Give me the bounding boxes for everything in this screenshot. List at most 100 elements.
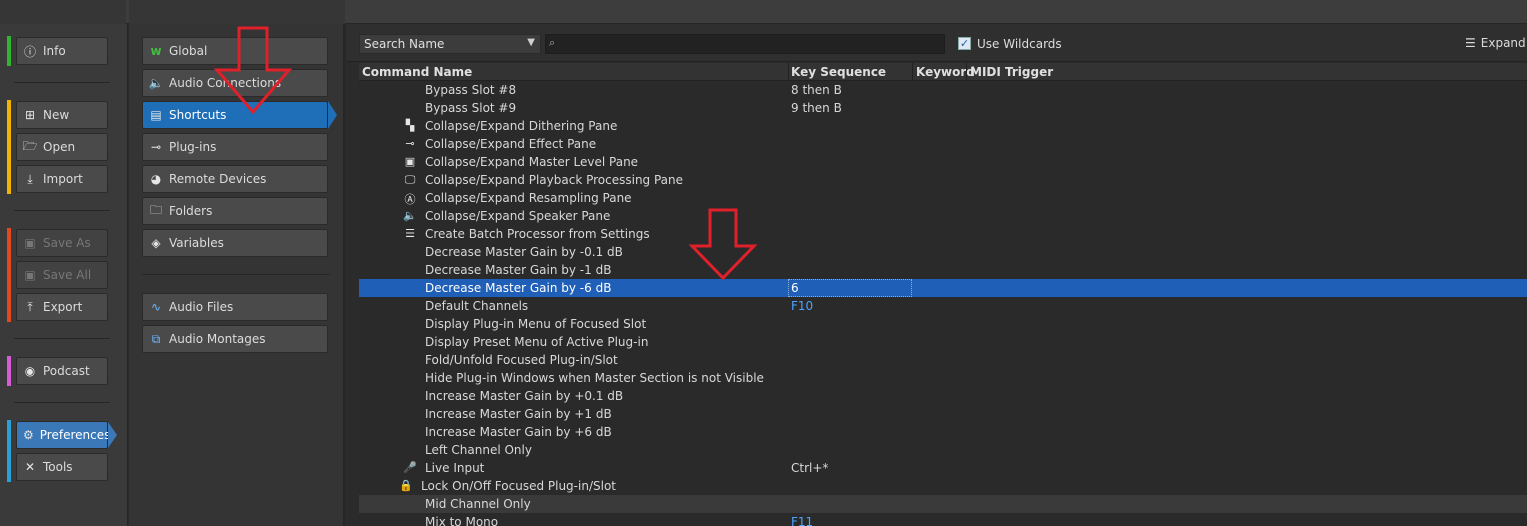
preferences-button[interactable]: ⚙ Preferences — [16, 421, 117, 449]
col-header-command-name[interactable]: Command Name — [362, 65, 472, 79]
table-row[interactable]: Increase Master Gain by +0.1 dB — [359, 387, 1527, 405]
command-name-cell: Decrease Master Gain by -1 dB — [425, 263, 612, 277]
prefs-item-audio-montages[interactable]: ⧉ Audio Montages — [142, 325, 328, 353]
col-header-midi-trigger[interactable]: MIDI Trigger — [970, 65, 1053, 79]
title-bar — [0, 0, 1527, 24]
remote-icon: ◕ — [150, 172, 162, 186]
command-name-cell: Collapse/Expand Resampling Pane — [425, 191, 632, 205]
command-name-cell: Collapse/Expand Effect Pane — [425, 137, 597, 151]
table-row[interactable]: ▚ Collapse/Expand Dithering Pane — [359, 117, 1527, 135]
table-row[interactable]: Decrease Master Gain by -1 dB — [359, 261, 1527, 279]
table-row[interactable]: 🔈 Collapse/Expand Speaker Pane — [359, 207, 1527, 225]
master-level-icon: ▣ — [404, 155, 416, 168]
table-row[interactable]: Fold/Unfold Focused Plug-in/Slot — [359, 351, 1527, 369]
table-row[interactable]: Ⓐ Collapse/Expand Resampling Pane — [359, 189, 1527, 207]
search-mode-select[interactable]: Search Name ▼ — [359, 34, 541, 54]
keyboard-icon: ▤ — [150, 108, 162, 122]
key-sequence-cell[interactable]: Ctrl+* — [791, 461, 828, 475]
shortcuts-table: Command Name Key Sequence Keyword MIDI T… — [359, 63, 1527, 526]
info-button[interactable]: ⓘ Info — [16, 37, 108, 65]
prefs-item-variables[interactable]: ◈ Variables — [142, 229, 328, 257]
col-header-key-sequence[interactable]: Key Sequence — [791, 65, 886, 79]
search-mode-value: Search Name — [364, 37, 445, 51]
tools-button[interactable]: ✕ Tools — [16, 453, 108, 481]
title-bar-segment-mid — [129, 0, 345, 24]
command-name-cell: Decrease Master Gain by -6 dB — [425, 281, 612, 295]
column-separator[interactable] — [788, 63, 789, 81]
new-button[interactable]: ⊞ New — [16, 101, 108, 129]
key-sequence-cell[interactable]: 8 then B — [791, 83, 842, 97]
table-row[interactable]: ▣ Collapse/Expand Master Level Pane — [359, 153, 1527, 171]
export-button[interactable]: ⤒ Export — [16, 293, 108, 321]
table-row[interactable]: Decrease Master Gain by -6 dB 6 — [359, 279, 1527, 297]
table-row[interactable]: ⊸ Collapse/Expand Effect Pane — [359, 135, 1527, 153]
command-name-cell: Collapse/Expand Playback Processing Pane — [425, 173, 684, 187]
command-name-cell: Bypass Slot #8 — [425, 83, 517, 97]
command-name-cell: Collapse/Expand Dithering Pane — [425, 119, 618, 133]
montage-icon: ⧉ — [151, 331, 161, 346]
prefs-item-audio-files[interactable]: ∿ Audio Files — [142, 293, 328, 321]
table-header: Command Name Key Sequence Keyword MIDI T… — [359, 63, 1527, 81]
podcast-label: Podcast — [43, 364, 90, 378]
table-row[interactable]: Bypass Slot #8 8 then B — [359, 81, 1527, 99]
key-sequence-focus-box[interactable] — [788, 279, 912, 297]
table-row[interactable]: 🖵 Collapse/Expand Playback Processing Pan… — [359, 171, 1527, 189]
open-button[interactable]: 🗁 Open — [16, 133, 108, 161]
table-row[interactable]: Increase Master Gain by +1 dB — [359, 405, 1527, 423]
new-icon: ⊞ — [24, 108, 36, 122]
prefs-separator — [142, 274, 330, 275]
prefs-item-plug-ins[interactable]: ⊸ Plug-ins — [142, 133, 328, 161]
folder-icon: 🗀 — [149, 202, 162, 217]
sidebar-separator — [14, 82, 110, 83]
batch-icon: ☰ — [405, 227, 415, 240]
column-separator[interactable] — [966, 63, 967, 81]
prefs-item-label: Variables — [169, 236, 224, 250]
command-name-cell: Mid Channel Only — [425, 497, 531, 511]
prefs-item-label: Audio Files — [169, 300, 234, 314]
prefs-item-remote-devices[interactable]: ◕ Remote Devices — [142, 165, 328, 193]
tools-label: Tools — [43, 460, 73, 474]
chevron-down-icon: ▼ — [527, 37, 535, 48]
import-button[interactable]: ⤓ Import — [16, 165, 108, 193]
microphone-icon: 🎤 — [403, 461, 417, 474]
expand-button[interactable]: ☰ Expand — [1465, 36, 1526, 50]
key-sequence-cell[interactable]: F10 — [791, 299, 813, 313]
table-row[interactable]: Bypass Slot #9 9 then B — [359, 99, 1527, 117]
sidebar-separator — [14, 210, 110, 211]
table-row[interactable]: Increase Master Gain by +6 dB — [359, 423, 1527, 441]
key-sequence-cell[interactable]: F11 — [791, 515, 813, 526]
table-row[interactable]: Display Plug-in Menu of Focused Slot — [359, 315, 1527, 333]
expand-icon: ☰ — [1465, 36, 1476, 50]
search-input[interactable] — [545, 34, 945, 54]
table-row[interactable]: Decrease Master Gain by -0.1 dB — [359, 243, 1527, 261]
table-row[interactable]: 🔒 Lock On/Off Focused Plug-in/Slot — [359, 477, 1527, 495]
table-row[interactable]: Mid Channel Only — [359, 495, 1527, 513]
prefs-item-folders[interactable]: 🗀 Folders — [142, 197, 328, 225]
save-all-button[interactable]: ▣ Save All — [16, 261, 108, 289]
key-sequence-cell[interactable]: 6 — [791, 281, 799, 295]
playback-icon: 🖵 — [404, 173, 416, 186]
tag-icon: ◈ — [151, 236, 161, 250]
table-row[interactable]: Hide Plug-in Windows when Master Section… — [359, 369, 1527, 387]
table-row[interactable]: ☰ Create Batch Processor from Settings — [359, 225, 1527, 243]
table-row[interactable]: Mix to Mono F11 — [359, 513, 1527, 526]
podcast-button[interactable]: ◉ Podcast — [16, 357, 108, 385]
effect-icon: ⊸ — [405, 137, 415, 150]
export-icon: ⤒ — [27, 299, 33, 314]
column-separator[interactable] — [912, 63, 913, 81]
podcast-icon: ◉ — [24, 364, 36, 378]
save-all-label: Save All — [43, 268, 92, 282]
table-row[interactable]: Left Channel Only — [359, 441, 1527, 459]
table-row[interactable]: Default Channels F10 — [359, 297, 1527, 315]
tools-icon: ✕ — [24, 460, 36, 474]
table-row[interactable]: Display Preset Menu of Active Plug-in — [359, 333, 1527, 351]
save-as-button[interactable]: ▣ Save As — [16, 229, 108, 257]
command-name-cell: Increase Master Gain by +1 dB — [425, 407, 612, 421]
use-wildcards-checkbox[interactable]: ✓ — [958, 37, 971, 50]
command-name-cell: Left Channel Only — [425, 443, 532, 457]
table-row[interactable]: 🎤 Live Input Ctrl+* — [359, 459, 1527, 477]
group-color-bar-file — [7, 100, 11, 194]
key-sequence-cell[interactable]: 9 then B — [791, 101, 842, 115]
preferences-label: Preferences — [39, 428, 111, 442]
prefs-item-label: Audio Montages — [169, 332, 266, 346]
